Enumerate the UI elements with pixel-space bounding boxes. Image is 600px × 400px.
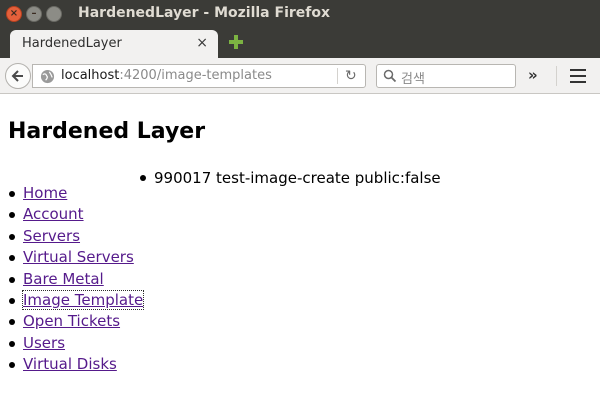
- nav-item-image-template: Image Template: [0, 289, 145, 311]
- toolbar-divider: [556, 66, 557, 86]
- nav-link-virtual-servers[interactable]: Virtual Servers: [23, 248, 134, 266]
- window-title: HardenedLayer - Mozilla Firefox: [78, 5, 331, 21]
- list-bullet: [9, 255, 15, 262]
- nav-link-servers[interactable]: Servers: [23, 227, 80, 245]
- list-bullet: [9, 212, 15, 219]
- list-bullet: [9, 233, 15, 240]
- url-bar[interactable]: localhost:4200/image-templates ↻: [32, 64, 366, 88]
- navigation-toolbar: localhost:4200/image-templates ↻ 검색 »: [0, 58, 600, 94]
- list-bullet: [9, 276, 15, 283]
- minimize-icon: –: [31, 8, 37, 19]
- tab-strip: HardenedLayer ×: [0, 28, 600, 58]
- nav-item-users: Users: [0, 333, 143, 354]
- nav-link-account[interactable]: Account: [23, 205, 84, 223]
- list-bullet: [9, 319, 15, 326]
- hamburger-menu-icon[interactable]: [570, 69, 586, 83]
- nav-item-bare-metal: Bare Metal: [0, 269, 143, 290]
- close-icon: ×: [9, 8, 19, 19]
- nav-item-home: Home: [0, 183, 143, 204]
- page-title: Hardened Layer: [8, 119, 206, 144]
- search-icon: [383, 69, 397, 83]
- nav-link-image-template[interactable]: Image Template: [21, 289, 145, 310]
- new-tab-plus-icon[interactable]: [228, 34, 244, 50]
- window-close-button[interactable]: ×: [6, 6, 22, 22]
- nav-item-virtual-servers: Virtual Servers: [0, 247, 143, 268]
- list-bullet: [9, 297, 15, 304]
- search-bar[interactable]: 검색: [376, 64, 516, 88]
- nav-link-home[interactable]: Home: [23, 184, 67, 202]
- url-host: localhost: [61, 68, 120, 83]
- list-bullet: [9, 362, 15, 369]
- nav-link-bare-metal[interactable]: Bare Metal: [23, 270, 104, 288]
- url-path: :4200/image-templates: [119, 68, 272, 83]
- nav-item-open-tickets: Open Tickets: [0, 311, 143, 332]
- list-bullet: [9, 340, 15, 347]
- url-divider: [337, 68, 338, 84]
- nav-item-virtual-disks: Virtual Disks: [0, 354, 143, 375]
- toolbar-overflow-button[interactable]: »: [528, 66, 538, 84]
- nav-link-open-tickets[interactable]: Open Tickets: [23, 312, 120, 330]
- window-titlebar: × – HardenedLayer - Mozilla Firefox: [0, 0, 600, 28]
- tab-hardenedlayer[interactable]: HardenedLayer ×: [10, 30, 218, 58]
- nav-item-servers: Servers: [0, 226, 143, 247]
- reload-icon[interactable]: ↻: [345, 68, 357, 84]
- tab-close-icon[interactable]: ×: [196, 35, 208, 51]
- tab-label: HardenedLayer: [22, 36, 122, 51]
- nav-item-account: Account: [0, 204, 143, 225]
- url-text[interactable]: localhost:4200/image-templates: [61, 68, 272, 83]
- list-bullet: [140, 175, 146, 181]
- page-content: Hardened Layer 990017 test-image-create …: [0, 94, 600, 400]
- back-button[interactable]: [5, 63, 31, 89]
- image-template-item: 990017 test-image-create public:false: [139, 168, 441, 189]
- list-bullet: [9, 191, 15, 197]
- window-minimize-button[interactable]: –: [26, 6, 42, 22]
- search-input[interactable]: 검색: [401, 68, 425, 87]
- nav-link-users[interactable]: Users: [23, 334, 65, 352]
- sidebar-nav: Home Account Servers Virtual Servers Bar…: [0, 183, 145, 376]
- nav-link-virtual-disks[interactable]: Virtual Disks: [23, 355, 117, 373]
- back-arrow-icon: [11, 70, 23, 82]
- window-maximize-button[interactable]: [46, 6, 62, 22]
- image-template-text: 990017 test-image-create public:false: [154, 169, 441, 187]
- globe-icon: [40, 69, 55, 84]
